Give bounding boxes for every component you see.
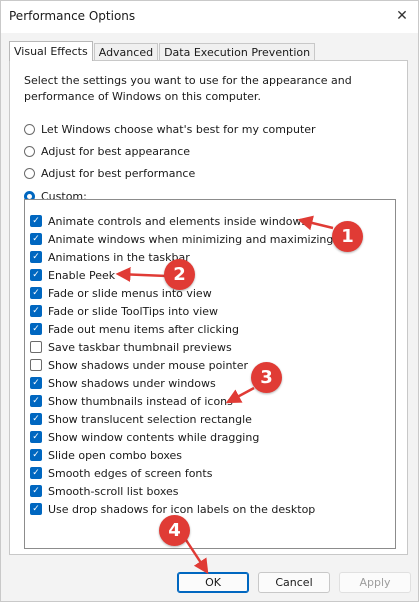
ok-button[interactable]: OK — [177, 572, 249, 593]
checkbox[interactable]: ✓ — [30, 467, 42, 479]
annotation-badge-2: 2 — [164, 259, 195, 290]
checkbox[interactable] — [30, 341, 42, 353]
checkbox[interactable]: ✓ — [30, 215, 42, 227]
list-item[interactable]: ✓ Show thumbnails instead of icons — [30, 393, 233, 409]
option-label: Show shadows under windows — [48, 376, 216, 390]
radio-let-windows-choose[interactable]: Let Windows choose what's best for my co… — [24, 121, 316, 137]
option-label: Show translucent selection rectangle — [48, 412, 252, 426]
annotation-badge-3: 3 — [251, 362, 282, 393]
option-label: Show window contents while dragging — [48, 430, 260, 444]
list-item[interactable]: ✓ Show shadows under windows — [30, 375, 216, 391]
checkbox[interactable]: ✓ — [30, 377, 42, 389]
list-item[interactable]: ✓ Animate controls and elements inside wi… — [30, 213, 307, 229]
tab-data-execution-prevention[interactable]: Data Execution Prevention — [159, 43, 316, 61]
checkbox[interactable] — [30, 359, 42, 371]
performance-options-dialog: Performance Options ✕ Visual Effects Adv… — [0, 0, 419, 602]
title-bar: Performance Options ✕ — [1, 1, 418, 33]
option-label: Show shadows under mouse pointer — [48, 358, 249, 372]
option-label: Animate controls and elements inside win… — [48, 214, 308, 228]
checkbox[interactable]: ✓ — [30, 431, 42, 443]
visual-effects-panel: Select the settings you want to use for … — [9, 60, 408, 555]
tab-advanced[interactable]: Advanced — [93, 43, 159, 61]
checkbox[interactable]: ✓ — [30, 305, 42, 317]
list-item[interactable]: ✓ Smooth-scroll list boxes — [30, 483, 179, 499]
radio-label: Adjust for best appearance — [41, 144, 191, 158]
option-label: Fade out menu items after clicking — [48, 322, 239, 336]
radio-button[interactable] — [24, 167, 35, 179]
tab-visual-effects[interactable]: Visual Effects — [9, 41, 93, 61]
checkbox[interactable]: ✓ — [30, 269, 42, 281]
list-item[interactable]: ✓ Animate windows when minimizing and max… — [30, 231, 333, 247]
option-label: Fade or slide menus into view — [48, 286, 212, 300]
option-label: Slide open combo boxes — [48, 448, 183, 462]
list-item[interactable]: Show shadows under mouse pointer — [30, 357, 248, 373]
checkbox[interactable]: ✓ — [30, 251, 42, 263]
list-item[interactable]: ✓ Fade out menu items after clicking — [30, 321, 239, 337]
window-title: Performance Options — [9, 9, 136, 23]
option-label: Smooth edges of screen fonts — [48, 466, 213, 480]
checkbox[interactable]: ✓ — [30, 503, 42, 515]
checkbox[interactable]: ✓ — [30, 449, 42, 461]
checkbox[interactable]: ✓ — [30, 485, 42, 497]
tab-strip: Visual Effects Advanced Data Execution P… — [9, 41, 316, 61]
radio-button[interactable] — [24, 123, 35, 135]
apply-button[interactable]: Apply — [339, 572, 411, 593]
checkbox[interactable]: ✓ — [30, 287, 42, 299]
option-label: Use drop shadows for icon labels on the … — [48, 502, 316, 516]
panel-description: Select the settings you want to use for … — [24, 74, 352, 103]
option-label: Smooth-scroll list boxes — [48, 484, 179, 498]
radio-label: Let Windows choose what's best for my co… — [41, 122, 316, 136]
list-item[interactable]: ✓ Animations in the taskbar — [30, 249, 190, 265]
visual-effects-list[interactable]: ✓ Animate controls and elements inside wi… — [24, 199, 396, 549]
cancel-button[interactable]: Cancel — [258, 572, 330, 593]
radio-best-performance[interactable]: Adjust for best performance — [24, 165, 195, 181]
list-item[interactable]: ✓ Smooth edges of screen fonts — [30, 465, 212, 481]
list-item[interactable]: ✓ Enable Peek — [30, 267, 115, 283]
option-label: Enable Peek — [48, 268, 116, 282]
radio-label: Adjust for best performance — [41, 166, 196, 180]
radio-best-appearance[interactable]: Adjust for best appearance — [24, 143, 190, 159]
checkbox[interactable]: ✓ — [30, 323, 42, 335]
list-item[interactable]: Save taskbar thumbnail previews — [30, 339, 232, 355]
option-label: Show thumbnails instead of icons — [48, 394, 233, 408]
checkbox[interactable]: ✓ — [30, 413, 42, 425]
radio-button[interactable] — [24, 145, 35, 157]
list-item[interactable]: ✓ Slide open combo boxes — [30, 447, 182, 463]
checkbox[interactable]: ✓ — [30, 395, 42, 407]
option-label: Animations in the taskbar — [48, 250, 190, 264]
checkbox[interactable]: ✓ — [30, 233, 42, 245]
list-item[interactable]: ✓ Show window contents while dragging — [30, 429, 259, 445]
option-label: Save taskbar thumbnail previews — [48, 340, 232, 354]
close-icon[interactable]: ✕ — [390, 5, 414, 27]
annotation-badge-4: 4 — [159, 515, 190, 546]
annotation-badge-1: 1 — [332, 221, 363, 252]
option-label: Animate windows when minimizing and maxi… — [48, 232, 334, 246]
option-label: Fade or slide ToolTips into view — [48, 304, 219, 318]
list-item[interactable]: ✓ Show translucent selection rectangle — [30, 411, 252, 427]
list-item[interactable]: ✓ Fade or slide ToolTips into view — [30, 303, 218, 319]
